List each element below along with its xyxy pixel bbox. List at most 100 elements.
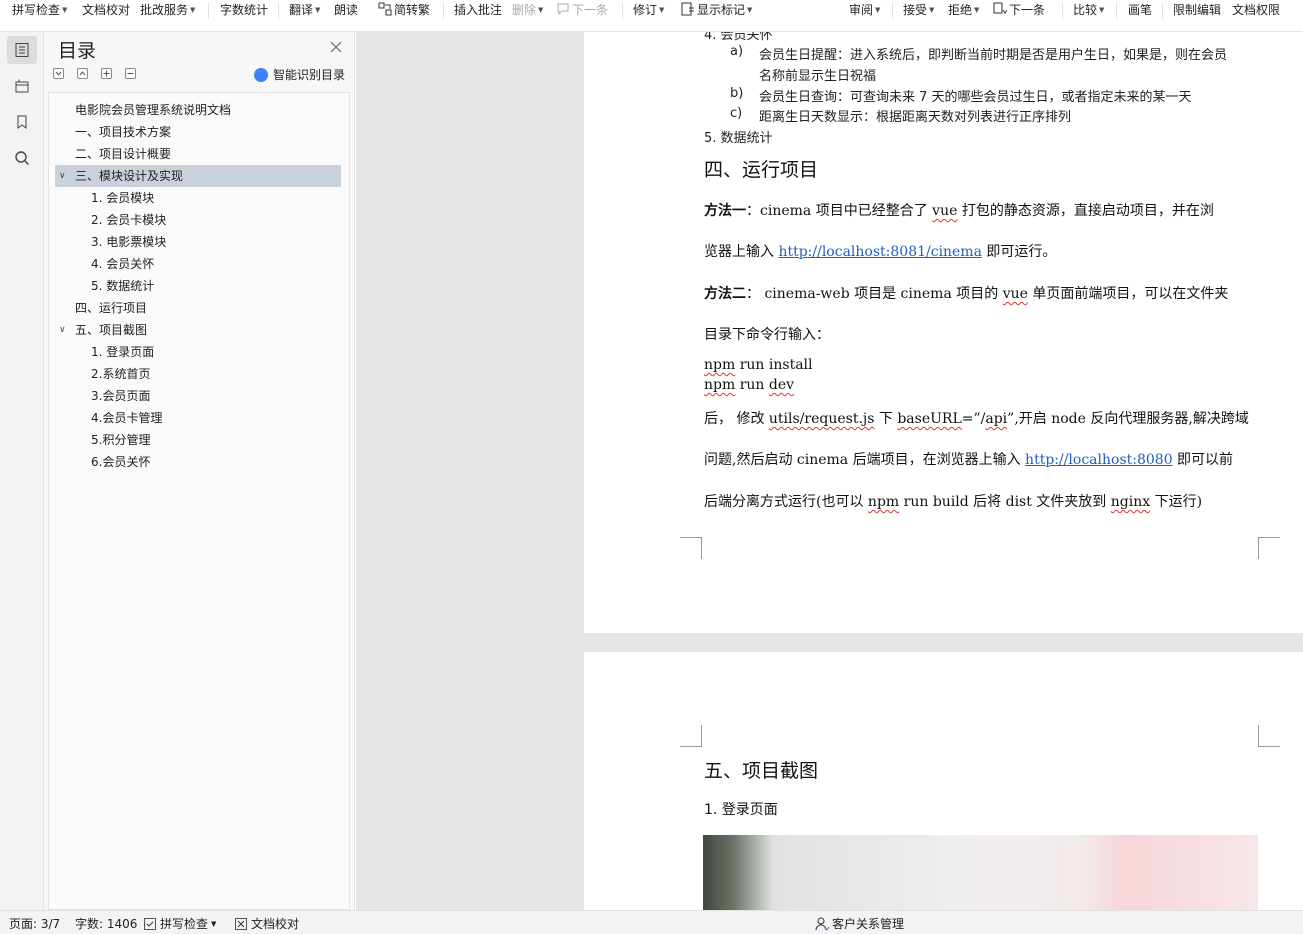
delete-comment-button[interactable]: 删除 ▼	[512, 0, 543, 20]
toc-item-label: 5. 数据统计	[91, 279, 155, 293]
chevron-down-icon[interactable]: ∨	[59, 319, 69, 341]
list-item: 5. 数据统计	[704, 131, 773, 146]
toc-item[interactable]: 2. 会员卡模块	[55, 209, 341, 231]
spell-check-button[interactable]: 拼写检查 ▼	[12, 0, 67, 20]
chevron-down-icon: ▼	[747, 6, 753, 14]
reject-button[interactable]: 拒绝 ▼	[948, 0, 979, 20]
hyperlink[interactable]: http://localhost:8081/cinema	[778, 244, 982, 260]
simp-to-trad-button[interactable]: 简转繁	[378, 0, 430, 20]
smart-toc-button[interactable]: 智能识别目录	[254, 66, 345, 83]
list-item: 会员生日查询：可查询未来 7 天的哪些会员过生日，或者指定未来的某一天	[759, 90, 1192, 105]
toc-item-label: 二、项目设计概要	[75, 147, 172, 161]
toc-item-label: 6.会员关怀	[91, 455, 151, 469]
word-count-button[interactable]: 字数统计	[220, 0, 268, 20]
subsection-heading: 1. 登录页面	[704, 802, 778, 818]
margin-marker	[1258, 537, 1280, 559]
toc-item-label: 2.系统首页	[91, 367, 151, 381]
toc-item[interactable]: 2.系统首页	[55, 363, 341, 385]
list-marker: a)	[730, 44, 744, 59]
chevron-down-icon: ▼	[315, 6, 321, 14]
toc-item[interactable]: 四、运行项目	[55, 297, 341, 319]
toc-item[interactable]: 1. 会员模块	[55, 187, 341, 209]
chevron-down-icon: ▼	[929, 6, 935, 14]
paragraph-line: 后， 修改 utils/request.js 下 baseURL=”/api”,…	[704, 411, 1249, 427]
expand-up-button[interactable]	[77, 68, 88, 79]
doc-proof-button[interactable]: 文档校对	[82, 0, 130, 20]
side-rail	[0, 32, 44, 910]
review-button[interactable]: 审阅 ▼	[849, 0, 880, 20]
toc-item[interactable]: 4.会员卡管理	[55, 407, 341, 429]
accept-button[interactable]: 接受 ▼	[903, 0, 934, 20]
next-change-button[interactable]: 下一条	[993, 0, 1045, 20]
toc-item-label: 三、模块设计及实现	[75, 169, 184, 183]
pen-button[interactable]: 画笔	[1128, 0, 1152, 20]
toolbar-divider	[208, 3, 209, 19]
toc-item[interactable]: ∨ 五、项目截图	[55, 319, 341, 341]
code-line: npm run dev	[704, 377, 795, 393]
toc-icon	[15, 43, 29, 57]
close-icon[interactable]	[329, 40, 343, 54]
margin-marker	[680, 725, 702, 747]
page-indicator[interactable]: 页面: 3/7	[9, 915, 60, 932]
hyperlink[interactable]: http://localhost:8080	[1025, 452, 1173, 468]
doc-proof-status[interactable]: 文档校对	[235, 915, 299, 932]
toc-item[interactable]: 3.会员页面	[55, 385, 341, 407]
add-heading-button[interactable]	[101, 68, 112, 79]
bookmark-button[interactable]	[7, 108, 37, 136]
spell-check-status[interactable]: 拼写检查 ▼	[144, 915, 216, 932]
code-line: npm run install	[704, 357, 813, 373]
chevron-down-icon: ▼	[62, 6, 68, 14]
section-heading: 四、运行项目	[704, 159, 819, 181]
toc-item[interactable]: 5.积分管理	[55, 429, 341, 451]
compare-button[interactable]: 比较 ▼	[1073, 0, 1104, 20]
toolbar-divider	[1062, 3, 1063, 19]
toc-item-label: 1. 登录页面	[91, 345, 155, 359]
insert-comment-button[interactable]: 插入批注	[454, 0, 502, 20]
revise-button[interactable]: 修订 ▼	[633, 0, 664, 20]
toc-item[interactable]: 4. 会员关怀	[55, 253, 341, 275]
paragraph-line: 方法一：cinema 项目中已经整合了 vue 打包的静态资源，直接启动项目，并…	[704, 203, 1214, 219]
next-comment-button[interactable]: 下一条	[556, 0, 608, 20]
toolbar-divider	[1116, 3, 1117, 19]
paragraph-line: 方法二： cinema-web 项目是 cinema 项目的 vue 单页面前端…	[704, 286, 1229, 302]
next-comment-icon	[557, 3, 569, 16]
search-button[interactable]	[7, 144, 37, 172]
toc-item[interactable]: ∨ 三、模块设计及实现	[55, 165, 341, 187]
crm-button[interactable]: 客户关系管理	[815, 915, 904, 932]
search-icon	[15, 151, 29, 165]
toc-item[interactable]: 3. 电影票模块	[55, 231, 341, 253]
paragraph-line: 问题,然后启动 cinema 后端项目，在浏览器上输入 http://local…	[704, 452, 1234, 468]
document-canvas: 4. 会员关怀 a) 会员生日提醒：进入系统后，即判断当前时期是否是用户生日，如…	[356, 32, 1303, 910]
list-item: 距离生日天数显示：根据距离天数对列表进行正序排列	[759, 110, 1072, 125]
toc-panel-button[interactable]	[7, 36, 37, 64]
proof-icon	[235, 918, 247, 930]
simp-trad-icon	[378, 2, 392, 16]
chevron-down-icon: ▼	[1099, 6, 1105, 14]
word-count-indicator[interactable]: 字数: 1406	[75, 915, 137, 932]
cut-off-line: 4. 会员关怀	[704, 32, 773, 43]
revise-service-button[interactable]: 批改服务 ▼	[140, 0, 195, 20]
chapter-nav-button[interactable]	[7, 72, 37, 100]
toc-item-label: 3.会员页面	[91, 389, 151, 403]
document-page: 4. 会员关怀 a) 会员生日提醒：进入系统后，即判断当前时期是否是用户生日，如…	[584, 32, 1303, 633]
toc-item-label: 4. 会员关怀	[91, 257, 155, 271]
chevron-down-icon[interactable]: ∨	[59, 165, 69, 187]
toc-item[interactable]: 1. 登录页面	[55, 341, 341, 363]
restrict-edit-button[interactable]: 限制编辑	[1173, 0, 1221, 20]
collapse-all-button[interactable]	[53, 68, 64, 79]
toc-item[interactable]: 电影院会员管理系统说明文档	[55, 99, 341, 121]
status-bar: 页面: 3/7 字数: 1406 拼写检查 ▼ 文档校对 客户关系管理	[0, 910, 1303, 934]
chevron-down-icon: ▼	[875, 6, 881, 14]
show-markup-button[interactable]: 显示标记 ▼	[681, 0, 752, 20]
toc-item[interactable]: 一、项目技术方案	[55, 121, 341, 143]
toc-item[interactable]: 二、项目设计概要	[55, 143, 341, 165]
read-aloud-button[interactable]: 朗读	[334, 0, 358, 20]
toc-panel: 目录 智能识别目录 电影院会员管理系统说明文档 一、项目技术方案 二、项目设计概要 ∨…	[44, 32, 355, 910]
toc-item[interactable]: 6.会员关怀	[55, 451, 341, 473]
translate-button[interactable]: 翻译 ▼	[289, 0, 320, 20]
chapter-icon	[15, 79, 29, 93]
remove-heading-button[interactable]	[125, 68, 136, 79]
doc-permission-button[interactable]: 文档权限	[1232, 0, 1280, 20]
list-item: 会员生日提醒：进入系统后，即判断当前时期是否是用户生日，如果是，则在会员	[759, 48, 1228, 63]
toc-item[interactable]: 5. 数据统计	[55, 275, 341, 297]
